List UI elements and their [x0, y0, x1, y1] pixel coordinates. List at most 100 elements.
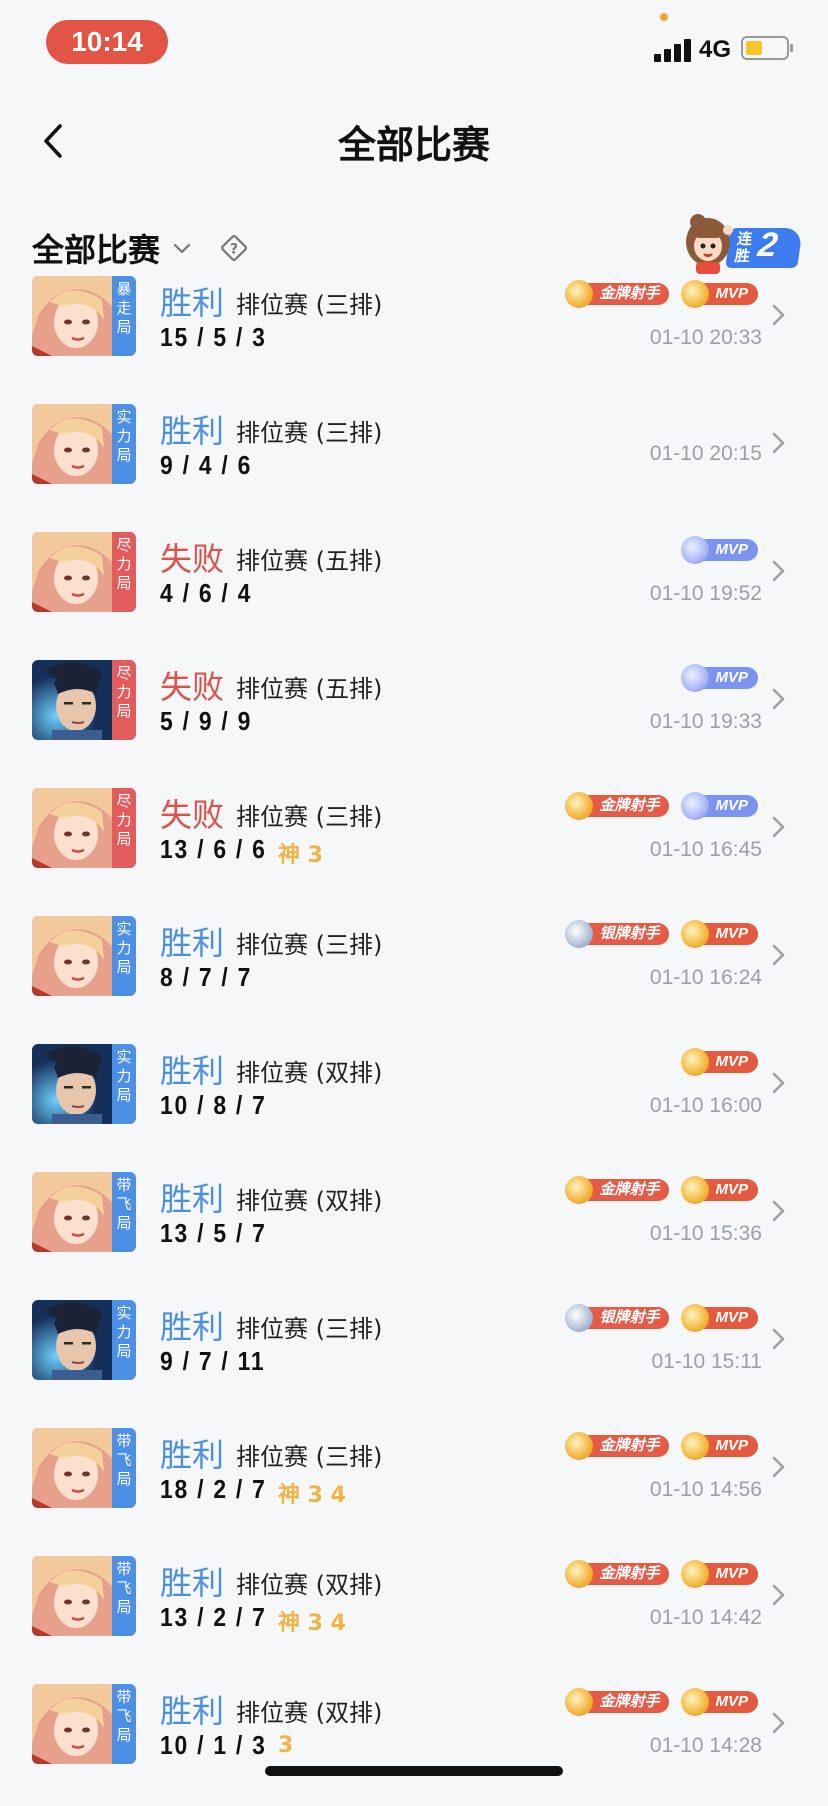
badge-label: MVP: [701, 539, 758, 561]
hero-female-portrait-icon: [32, 1172, 112, 1252]
match-type: 排位赛 (三排): [236, 419, 383, 447]
match-type: 排位赛 (三排): [236, 291, 383, 319]
chevron-right-icon: [772, 1712, 785, 1734]
badge-label: MVP: [701, 1179, 758, 1201]
badge-group: 金牌射手 MVP: [565, 792, 758, 820]
match-mode-tag: 实力局: [112, 1300, 136, 1380]
match-row[interactable]: 尽力局 失败 排位赛 (三排) 13 / 6 / 6 神 3 金牌射手 MVP 01-10 1…: [0, 782, 828, 910]
hero-avatar: 带飞局: [32, 1172, 136, 1252]
mvp-badge: MVP: [681, 1560, 758, 1588]
match-row[interactable]: 带飞局 胜利 排位赛 (三排) 18 / 2 / 7 神 3 4 金牌射手 MVP 01-10…: [0, 1422, 828, 1550]
hero-avatar: 尽力局: [32, 660, 136, 740]
match-filter-dropdown[interactable]: 全部比赛: [32, 228, 194, 269]
match-time: 01-10 14:28: [649, 1734, 762, 1757]
chevron-right-icon: [772, 688, 785, 710]
match-time: 01-10 16:45: [649, 838, 762, 861]
hero-avatar: 暴走局: [32, 276, 136, 356]
multikill-tags: 神 3 4: [278, 1611, 346, 1636]
match-time: 01-10 19:52: [649, 582, 762, 605]
chevron-right-icon: [772, 1456, 785, 1478]
match-time: 01-10 20:33: [649, 326, 762, 349]
page-title: 全部比赛: [337, 123, 490, 167]
match-result: 胜利: [160, 924, 225, 962]
match-time: 01-10 14:56: [649, 1478, 762, 1501]
badge-group: 金牌射手 MVP: [565, 1432, 758, 1460]
kda-score: 9 / 7 / 11: [160, 1346, 266, 1376]
multikill-tags: 神 3 4: [278, 1483, 346, 1508]
badge-group: MVP: [681, 536, 758, 564]
gold-shooter-badge: 金牌射手: [565, 1176, 670, 1204]
kda-score: 10 / 8 / 7: [160, 1090, 267, 1120]
mvp-badge: MVP: [681, 280, 758, 308]
streak-mascot-icon: [686, 214, 733, 274]
match-mode-tag: 带飞局: [112, 1172, 136, 1252]
kda-score: 13 / 6 / 6: [160, 834, 267, 864]
match-mode-tag: 暴走局: [112, 276, 136, 356]
match-result: 胜利: [160, 1564, 225, 1602]
match-row[interactable]: 带飞局 胜利 排位赛 (双排) 13 / 2 / 7 神 3 4 金牌射手 MVP 01-10…: [0, 1550, 828, 1678]
badge-label: MVP: [701, 1691, 758, 1713]
kda-score: 13 / 5 / 7: [160, 1218, 267, 1248]
chevron-right-icon: [772, 432, 785, 454]
hero-female-portrait-icon: [32, 276, 112, 356]
home-indicator: [265, 1766, 563, 1776]
badge-label: MVP: [701, 1435, 758, 1457]
badge-group: 金牌射手 MVP: [565, 1688, 758, 1716]
badge-label: MVP: [701, 1307, 758, 1329]
match-result: 胜利: [160, 284, 225, 322]
match-result: 胜利: [160, 1692, 225, 1730]
mvp-badge: MVP: [681, 920, 758, 948]
help-icon[interactable]: ?: [218, 232, 250, 264]
match-time: 01-10 15:11: [651, 1350, 762, 1373]
hero-male-portrait-icon: [32, 1044, 112, 1124]
svg-text:?: ?: [230, 242, 238, 258]
hero-female-portrait-icon: [32, 1684, 112, 1764]
hero-female-portrait-icon: [32, 1556, 112, 1636]
match-time: 01-10 16:00: [649, 1094, 762, 1117]
mvp-badge: MVP: [681, 664, 758, 692]
hero-female-portrait-icon: [32, 532, 112, 612]
mvp-badge: MVP: [681, 1688, 758, 1716]
hero-avatar: 带飞局: [32, 1428, 136, 1508]
hero-avatar: 尽力局: [32, 532, 136, 612]
match-result: 失败: [160, 668, 225, 706]
match-type: 排位赛 (三排): [236, 1443, 383, 1471]
match-time: 01-10 19:33: [649, 710, 762, 733]
match-row[interactable]: 实力局 胜利 排位赛 (三排) 9 / 7 / 11 银牌射手 MVP 01-10 15:1…: [0, 1294, 828, 1422]
mvp-badge: MVP: [681, 1432, 758, 1460]
match-row[interactable]: 暴走局 胜利 排位赛 (三排) 15 / 5 / 3 金牌射手 MVP 01-10 20:3…: [0, 270, 828, 398]
match-type: 排位赛 (双排): [236, 1699, 383, 1727]
badge-label: MVP: [701, 667, 758, 689]
kda-score: 4 / 6 / 4: [160, 578, 253, 608]
match-row[interactable]: 尽力局 失败 排位赛 (五排) 4 / 6 / 4 MVP 01-10 19:52: [0, 526, 828, 654]
hero-female-portrait-icon: [32, 1428, 112, 1508]
kda-score: 8 / 7 / 7: [160, 962, 253, 992]
chevron-right-icon: [772, 1584, 785, 1606]
badge-label: MVP: [701, 1563, 758, 1585]
match-type: 排位赛 (五排): [236, 675, 383, 703]
match-row[interactable]: 实力局 胜利 排位赛 (双排) 10 / 8 / 7 MVP 01-10 16:00: [0, 1038, 828, 1166]
badge-label: MVP: [701, 283, 758, 305]
match-mode-tag: 尽力局: [112, 788, 136, 868]
match-row[interactable]: 带飞局 胜利 排位赛 (双排) 10 / 1 / 3 3 金牌射手 MVP 01-10 14:…: [0, 1678, 828, 1806]
match-mode-tag: 尽力局: [112, 532, 136, 612]
match-time: 01-10 15:36: [649, 1222, 762, 1245]
gold-shooter-badge: 金牌射手: [565, 1432, 670, 1460]
badge-label: 金牌射手: [585, 1691, 670, 1713]
battery-icon: [741, 36, 793, 60]
badge-label: MVP: [701, 923, 758, 945]
match-row[interactable]: 尽力局 失败 排位赛 (五排) 5 / 9 / 9 MVP 01-10 19:33: [0, 654, 828, 782]
silver-shooter-badge: 银牌射手: [565, 920, 670, 948]
hero-female-portrait-icon: [32, 404, 112, 484]
kda-score: 15 / 5 / 3: [160, 322, 267, 352]
match-mode-tag: 带飞局: [112, 1684, 136, 1764]
hero-avatar: 实力局: [32, 404, 136, 484]
match-type: 排位赛 (双排): [236, 1571, 383, 1599]
chevron-right-icon: [772, 1072, 785, 1094]
hero-avatar: 实力局: [32, 1300, 136, 1380]
badge-group: 银牌射手 MVP: [565, 1304, 758, 1332]
chevron-right-icon: [772, 816, 785, 838]
match-row[interactable]: 实力局 胜利 排位赛 (三排) 9 / 4 / 6 01-10 20:15: [0, 398, 828, 526]
match-row[interactable]: 带飞局 胜利 排位赛 (双排) 13 / 5 / 7 金牌射手 MVP 01-10 15:3…: [0, 1166, 828, 1294]
match-row[interactable]: 实力局 胜利 排位赛 (三排) 8 / 7 / 7 银牌射手 MVP 01-10 16:24: [0, 910, 828, 1038]
